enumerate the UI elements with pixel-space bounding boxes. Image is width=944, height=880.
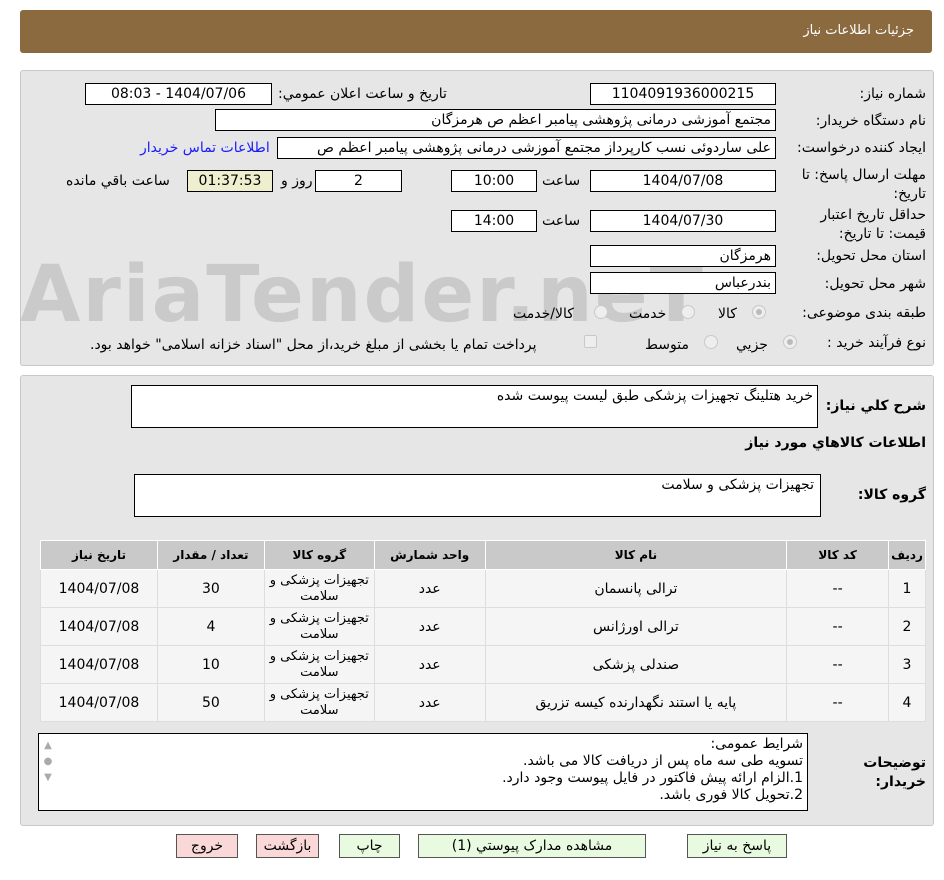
days-label: روز و: [281, 173, 313, 189]
process-option-medium: متوسط: [645, 337, 689, 353]
print-button[interactable]: چاپ: [339, 834, 400, 858]
item-code-cell: --: [786, 569, 890, 608]
col-unit: واحد شمارش: [373, 540, 486, 570]
need-date-cell: 1404/07/08: [40, 683, 158, 722]
deadline-date-field: 1404/07/08: [590, 170, 776, 192]
page-header: جزئیات اطلاعات نیاز: [20, 10, 932, 53]
buyer-field: مجتمع آموزشی درمانی پژوهشی پیامبر اعظم ص…: [215, 109, 776, 131]
buyer-contact-link[interactable]: اطلاعات تماس خریدار: [140, 140, 270, 156]
notes-scrollbar[interactable]: ▲ ● ▼: [41, 738, 55, 804]
process-radio-minor[interactable]: [783, 335, 797, 349]
quantity-cell: 10: [157, 645, 265, 684]
exit-button[interactable]: خروج: [176, 834, 238, 858]
process-option-minor: جزيي: [736, 337, 768, 353]
creator-field: علی ساردوئی نسب کارپرداز مجتمع آموزشی در…: [277, 137, 776, 159]
announce-label: تاريخ و ساعت اعلان عمومي:: [278, 86, 447, 102]
table-row: 4 -- پایه یا استند نگهدارنده کیسه تزریق عدد…: [40, 683, 926, 722]
item-code-cell: --: [786, 645, 890, 684]
need-date-cell: 1404/07/08: [40, 569, 158, 608]
unit-cell: عدد: [373, 645, 486, 684]
item-group-cell: تجهیزات پزشکی و سلامت: [263, 607, 375, 646]
deadline-time-label: ساعت: [542, 173, 581, 189]
province-field: هرمزگان: [590, 245, 776, 267]
description-label: شرح کلي نیاز:: [825, 398, 926, 414]
col-qty: تعداد / مقدار: [157, 540, 265, 570]
category-label: طبقه بندی موضوعی:: [802, 305, 926, 321]
back-button[interactable]: بازگشت: [256, 834, 319, 858]
announce-field: 1404/07/06 - 08:03: [85, 83, 272, 105]
category-radio-both[interactable]: [594, 305, 608, 319]
item-name-cell: پایه یا استند نگهدارنده کیسه تزریق: [484, 683, 788, 722]
item-group-cell: تجهیزات پزشکی و سلامت: [263, 645, 375, 684]
deadline-label: مهلت ارسال پاسخ: تا تاریخ:: [801, 167, 926, 202]
row-number-cell: 4: [888, 683, 926, 722]
deadline-time-field: 10:00: [451, 170, 537, 192]
validity-time-field: 14:00: [451, 210, 537, 232]
city-field: بندرعباس: [590, 272, 776, 294]
need-no-label: شماره نیاز:: [859, 86, 927, 102]
item-group-cell: تجهیزات پزشکی و سلامت: [263, 683, 375, 722]
item-code-cell: --: [786, 683, 890, 722]
item-name-cell: ترالی پانسمان: [484, 569, 788, 608]
remaining-label: ساعت باقي مانده: [66, 173, 170, 189]
page-title: جزئیات اطلاعات نیاز: [803, 23, 914, 38]
process-radio-medium[interactable]: [704, 335, 718, 349]
category-radio-service[interactable]: [681, 305, 695, 319]
row-number-cell: 3: [888, 645, 926, 684]
buyer-notes-label: توضیحات خریدار:: [863, 755, 926, 790]
category-option-goods: کالا: [718, 306, 737, 322]
row-number-cell: 2: [888, 607, 926, 646]
goods-table: ردیف کد کالا نام کالا واحد شمارش گروه کا…: [40, 540, 926, 722]
quantity-cell: 50: [157, 683, 265, 722]
days-field: 2: [315, 170, 402, 192]
table-row: 2 -- ترالی اورژانس عدد تجهیزات پزشکی و سلامت…: [40, 607, 926, 646]
quantity-cell: 4: [157, 607, 265, 646]
item-name-cell: ترالی اورژانس: [484, 607, 788, 646]
goods-info-title: اطلاعات کالاهاي مورد نیاز: [745, 435, 926, 451]
validity-time-label: ساعت: [542, 213, 581, 229]
col-row: ردیف: [888, 540, 926, 570]
treasury-payment-checkbox[interactable]: [584, 335, 597, 348]
creator-label: ایجاد کننده درخواست:: [797, 140, 926, 156]
quantity-cell: 30: [157, 569, 265, 608]
validity-date-field: 1404/07/30: [590, 210, 776, 232]
remaining-time-field: 01:37:53: [187, 170, 273, 192]
validity-label: حداقل تاریخ اعتبار قیمت: تا تاریخ:: [820, 207, 926, 242]
category-option-service: خدمت: [629, 306, 667, 322]
description-field[interactable]: خرید هتلینگ تجهیزات پزشکی طبق لیست پیوست…: [131, 385, 818, 428]
item-code-cell: --: [786, 607, 890, 646]
goods-group-field[interactable]: تجهیزات پزشکی و سلامت: [134, 474, 821, 517]
buyer-notes-field[interactable]: شرایط عمومی: تسویه طی سه ماه پس از دریاف…: [38, 733, 808, 811]
col-date: تاریخ نیاز: [40, 540, 158, 570]
unit-cell: عدد: [373, 683, 486, 722]
row-number-cell: 1: [888, 569, 926, 608]
item-group-cell: تجهیزات پزشکی و سلامت: [263, 569, 375, 608]
category-option-both: کالا/خدمت: [513, 306, 574, 322]
notes-line: تسویه طی سه ماه پس از دریافت کالا می باش…: [523, 753, 803, 769]
goods-group-label: گروه کالا:: [857, 487, 926, 503]
col-name: نام کالا: [484, 540, 788, 570]
unit-cell: عدد: [373, 607, 486, 646]
table-header-row: ردیف کد کالا نام کالا واحد شمارش گروه کا…: [40, 540, 926, 570]
buyer-label: نام دستگاه خریدار:: [815, 113, 926, 129]
table-row: 3 -- صندلی پزشکی عدد تجهیزات پزشکی و سلامت 10…: [40, 645, 926, 684]
col-code: کد کالا: [786, 540, 890, 570]
province-label: استان محل تحویل:: [816, 248, 926, 264]
need-date-cell: 1404/07/08: [40, 645, 158, 684]
notes-line: 2.تحویل کالا فوری باشد.: [659, 787, 803, 803]
item-name-cell: صندلی پزشکی: [484, 645, 788, 684]
payment-note: پرداخت تمام یا بخشی از مبلغ خرید،از محل …: [90, 337, 537, 353]
unit-cell: عدد: [373, 569, 486, 608]
need-date-cell: 1404/07/08: [40, 607, 158, 646]
city-label: شهر محل تحویل:: [824, 276, 926, 292]
notes-line: 1.الزام ارائه پیش فاکتور در فایل پیوست و…: [502, 770, 803, 786]
process-label: نوع فرآیند خرید :: [827, 335, 926, 351]
reply-button[interactable]: پاسخ به نیاز: [687, 834, 787, 858]
need-no-field: 1104091936000215: [590, 83, 776, 105]
notes-line: شرایط عمومی:: [710, 736, 803, 752]
view-attachments-button[interactable]: مشاهده مدارک پیوستي (1): [418, 834, 646, 858]
col-group: گروه کالا: [263, 540, 375, 570]
category-radio-goods[interactable]: [752, 305, 766, 319]
table-row: 1 -- ترالی پانسمان عدد تجهیزات پزشکی و سلامت…: [40, 569, 926, 608]
